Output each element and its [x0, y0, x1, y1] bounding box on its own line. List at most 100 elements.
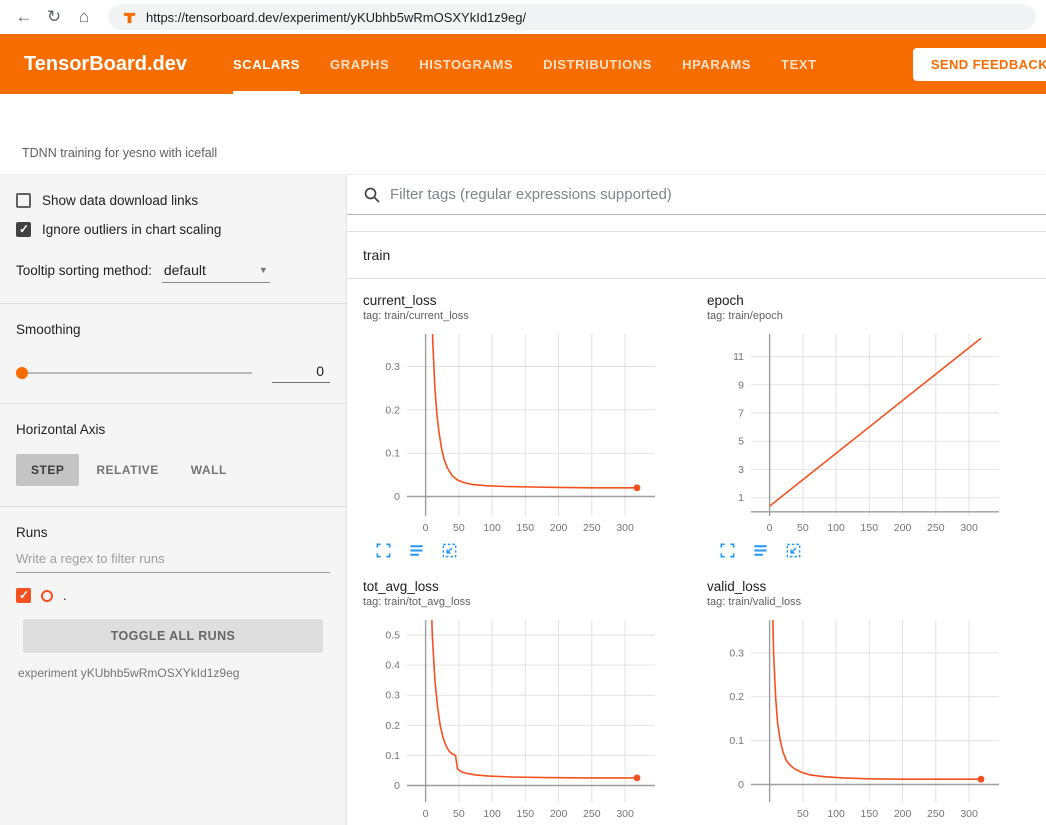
svg-text:150: 150	[861, 522, 879, 534]
axis-option-step[interactable]: STEP	[16, 454, 79, 486]
tab-distributions[interactable]: DISTRIBUTIONS	[543, 34, 652, 94]
train-section-header[interactable]: train	[347, 232, 1046, 279]
tab-scalars[interactable]: SCALARS	[233, 34, 300, 94]
line-chart[interactable]: 00.10.20.350100150200250300	[707, 614, 1007, 825]
experiment-id-caption: experiment yKUbhb5wRmOSXYkId1z9eg	[16, 666, 330, 680]
line-chart[interactable]: 00.10.20.3050100150200250300	[363, 328, 663, 540]
svg-text:100: 100	[483, 522, 501, 534]
app-logo: TensorBoard.dev	[24, 53, 187, 76]
send-feedback-button[interactable]: SEND FEEDBACK	[913, 48, 1046, 81]
svg-text:50: 50	[453, 808, 465, 820]
svg-text:50: 50	[797, 522, 809, 534]
chart-title: current_loss	[363, 293, 703, 308]
svg-text:1: 1	[738, 492, 744, 504]
back-icon[interactable]: ←	[10, 3, 38, 31]
svg-text:0: 0	[423, 808, 429, 820]
address-bar[interactable]: https://tensorboard.dev/experiment/yKUbh…	[108, 4, 1036, 30]
expand-chart-icon[interactable]	[375, 542, 392, 559]
run-row[interactable]: .	[16, 588, 330, 603]
smoothing-slider-row: 0	[16, 363, 330, 383]
browser-toolbar: ← ↻ ⌂ https://tensorboard.dev/experiment…	[0, 0, 1046, 34]
svg-text:200: 200	[550, 522, 568, 534]
tab-text[interactable]: TEXT	[781, 34, 817, 94]
svg-text:250: 250	[583, 522, 601, 534]
search-icon	[363, 186, 381, 204]
chart-title: tot_avg_loss	[363, 579, 703, 594]
run-data-icon[interactable]	[408, 542, 425, 559]
settings-sidebar: Show data download links Ignore outliers…	[0, 175, 347, 825]
charts-grid: current_loss tag: train/current_loss 0 0.…	[347, 279, 1046, 825]
svg-text:0: 0	[423, 522, 429, 534]
runs-filter-input[interactable]	[16, 542, 330, 573]
smoothing-value[interactable]: 0	[272, 363, 330, 383]
tab-hparams[interactable]: HPARAMS	[682, 34, 751, 94]
svg-text:0.1: 0.1	[729, 735, 744, 747]
svg-text:5: 5	[738, 436, 744, 448]
svg-text:7: 7	[738, 408, 744, 420]
app-header: TensorBoard.dev SCALARS GRAPHS HISTOGRAMS D…	[0, 34, 1046, 94]
chart-tag: tag: train/tot_avg_loss	[363, 596, 703, 608]
reload-icon[interactable]: ↻	[40, 3, 68, 31]
chart-title: valid_loss	[707, 579, 1046, 594]
chart-card: tot_avg_loss tag: train/tot_avg_loss 0 0.…	[363, 579, 703, 825]
svg-text:100: 100	[483, 808, 501, 820]
tooltip-sorting-dropdown[interactable]: default ▼	[162, 261, 270, 283]
tag-filter-input[interactable]	[390, 186, 1030, 203]
svg-text:0.3: 0.3	[729, 647, 744, 659]
svg-text:200: 200	[894, 808, 912, 820]
horizontal-axis-buttons: STEPRELATIVEWALL	[16, 454, 330, 486]
svg-text:150: 150	[517, 808, 535, 820]
expand-chart-icon[interactable]	[719, 542, 736, 559]
svg-text:200: 200	[894, 522, 912, 534]
chart-card: epoch tag: train/epoch 13579110501001502…	[707, 293, 1046, 559]
run-checkbox[interactable]	[16, 588, 31, 603]
smoothing-section: Smoothing 0	[0, 304, 346, 404]
runs-section: Runs . TOGGLE ALL RUNS experiment yKUbhb…	[0, 507, 346, 700]
smoothing-slider[interactable]	[16, 372, 252, 374]
axis-option-relative[interactable]: RELATIVE	[81, 454, 173, 486]
svg-text:100: 100	[827, 808, 845, 820]
chart-toolbar	[707, 542, 1046, 559]
line-chart[interactable]: 1357911050100150200250300	[707, 328, 1007, 540]
svg-text:250: 250	[927, 522, 945, 534]
svg-text:150: 150	[517, 522, 535, 534]
smoothing-slider-thumb[interactable]	[16, 367, 28, 379]
train-section-card: train current_loss tag: train/current_lo…	[347, 231, 1046, 825]
chart-card: valid_loss tag: train/valid_loss 00.10.2…	[707, 579, 1046, 825]
tooltip-sorting-label: Tooltip sorting method:	[16, 263, 152, 278]
ignore-outliers-row[interactable]: Ignore outliers in chart scaling	[16, 222, 330, 237]
chart-toolbar	[363, 542, 703, 559]
tensorboard-favicon	[122, 10, 137, 25]
chevron-down-icon: ▼	[259, 265, 268, 275]
svg-text:0: 0	[394, 491, 400, 503]
show-download-links-checkbox[interactable]	[16, 193, 31, 208]
line-chart[interactable]: 00.10.20.30.40.5050100150200250300	[363, 614, 663, 825]
svg-text:100: 100	[827, 522, 845, 534]
svg-text:0.2: 0.2	[385, 404, 400, 416]
svg-text:300: 300	[960, 522, 978, 534]
show-download-links-label: Show data download links	[42, 193, 198, 208]
nav-tabs: SCALARS GRAPHS HISTOGRAMS DISTRIBUTIONS HPAR…	[233, 34, 817, 94]
show-download-links-row[interactable]: Show data download links	[16, 193, 330, 208]
run-name: .	[63, 588, 67, 603]
fit-domain-icon[interactable]	[785, 542, 802, 559]
svg-text:300: 300	[960, 808, 978, 820]
svg-text:0.4: 0.4	[385, 660, 400, 672]
tab-histograms[interactable]: HISTOGRAMS	[419, 34, 513, 94]
chart-tag: tag: train/current_loss	[363, 310, 703, 322]
run-data-icon[interactable]	[752, 542, 769, 559]
ignore-outliers-checkbox[interactable]	[16, 222, 31, 237]
content-area: Show data download links Ignore outliers…	[0, 174, 1046, 825]
svg-text:200: 200	[550, 808, 568, 820]
experiment-subheader: TDNN training for yesno with icefall	[0, 94, 1046, 174]
home-icon[interactable]: ⌂	[70, 3, 98, 31]
tab-graphs[interactable]: GRAPHS	[330, 34, 389, 94]
svg-text:150: 150	[861, 808, 879, 820]
tooltip-sorting-value: default	[164, 262, 206, 278]
toggle-all-runs-button[interactable]: TOGGLE ALL RUNS	[23, 619, 323, 653]
svg-text:0.1: 0.1	[385, 750, 400, 762]
svg-text:0: 0	[738, 779, 744, 791]
experiment-description: TDNN training for yesno with icefall	[22, 146, 217, 160]
fit-domain-icon[interactable]	[441, 542, 458, 559]
axis-option-wall[interactable]: WALL	[176, 454, 242, 486]
